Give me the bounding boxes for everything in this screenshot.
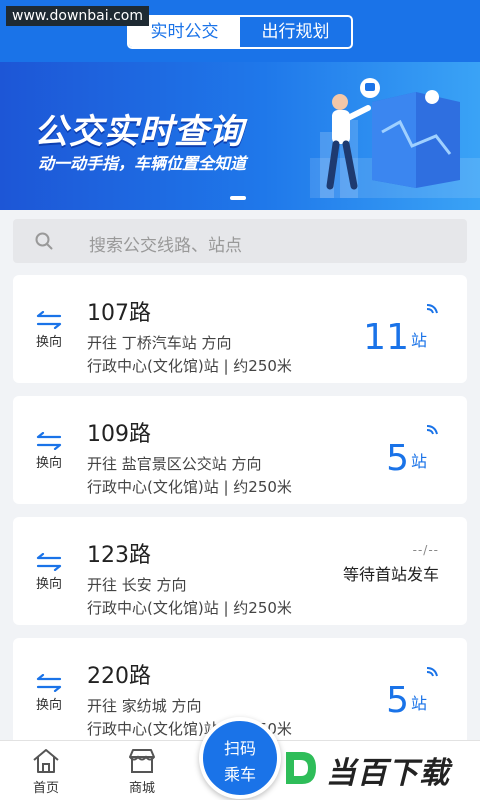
banner-subtitle: 动一动手指，车辆位置全知道 [38,154,247,173]
home-icon [33,749,59,773]
route-name: 220路 [87,664,151,689]
stops-unit: 站 [410,331,427,350]
search-bar[interactable]: 搜索公交线路、站点 [13,219,467,263]
swap-direction-button[interactable]: 换向 [31,311,67,350]
route-card[interactable]: 换向 107路 开往 丁桥汽车站 方向 行政中心(文化馆)站 | 约250米 1… [13,275,467,383]
realtime-signal-icon [426,425,438,435]
route-direction: 开往 长安 方向 [87,576,187,594]
swap-label: 换向 [35,577,62,592]
banner-illustration [310,78,480,198]
scan-label-line2: 乘车 [223,765,256,784]
banner-pager [230,196,246,200]
swap-label: 换向 [35,335,62,350]
route-name: 109路 [87,422,151,447]
stops-away: 5站 [386,680,427,721]
tab-store[interactable]: 商城 [112,747,172,796]
swap-arrows-icon [36,553,62,571]
swap-label: 换向 [35,698,62,713]
stops-unit: 站 [410,452,427,471]
pager-dot [230,196,246,200]
nearby-stop: 行政中心(文化馆)站 | 约250米 [87,478,292,496]
scan-label-line1: 扫码 [223,739,256,758]
no-data-placeholder: --/-- [412,543,439,557]
swap-arrows-icon [36,432,62,450]
stops-away: 5站 [386,438,427,479]
swap-direction-button[interactable]: 换向 [31,674,67,713]
swap-label: 换向 [35,456,62,471]
route-direction: 开往 丁桥汽车站 方向 [87,334,232,352]
tab-store-label: 商城 [128,781,155,796]
store-icon [129,749,155,773]
realtime-signal-icon [426,304,438,314]
route-direction: 开往 盐官景区公交站 方向 [87,455,262,473]
mode-switch: 实时公交 出行规划 [127,15,353,49]
search-placeholder: 搜索公交线路、站点 [89,236,242,256]
nearby-stop: 行政中心(文化馆)站 | 约250米 [87,357,292,375]
watermark-logo-icon [286,752,316,784]
watermark-brand: 当百下载 [326,756,450,791]
banner-title: 公交实时查询 [34,112,244,152]
route-name: 107路 [87,301,151,326]
stops-count: 11 [363,317,409,358]
swap-direction-button[interactable]: 换向 [31,553,67,592]
swap-arrows-icon [36,311,62,329]
site-watermark: www.downbai.com [6,6,149,26]
route-status: 等待首站发车 [342,565,439,584]
promo-banner[interactable]: 公交实时查询 动一动手指，车辆位置全知道 [0,62,480,210]
search-icon [35,232,53,250]
route-card[interactable]: 换向 109路 开往 盐官景区公交站 方向 行政中心(文化馆)站 | 约250米… [13,396,467,504]
nearby-stop: 行政中心(文化馆)站 | 约250米 [87,599,292,617]
stops-away: 11 站 [363,317,427,358]
realtime-signal-icon [426,667,438,677]
swap-arrows-icon [36,674,62,692]
stops-unit: 站 [410,694,427,713]
route-name: 123路 [87,543,151,568]
tab-trip-planning[interactable]: 出行规划 [240,17,351,47]
stops-count: 5 [386,680,409,721]
swap-direction-button[interactable]: 换向 [31,432,67,471]
route-direction: 开往 家纺城 方向 [87,697,202,715]
route-card[interactable]: 换向 123路 开往 长安 方向 行政中心(文化馆)站 | 约250米 --/-… [13,517,467,625]
scan-to-ride-button[interactable]: 扫码 乘车 [199,717,281,799]
tab-home-label: 首页 [32,781,59,796]
tab-home[interactable]: 首页 [16,747,76,796]
stops-count: 5 [386,438,409,479]
